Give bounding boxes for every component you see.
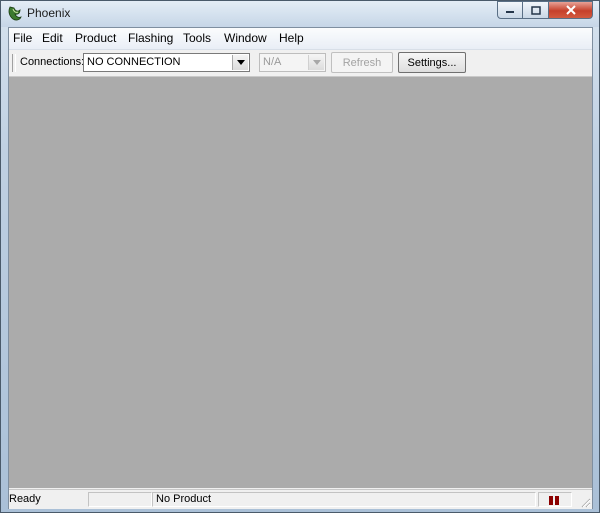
connections-label: Connections:: [20, 56, 85, 68]
menu-flashing[interactable]: Flashing: [128, 31, 173, 45]
secondary-select-value: N/A: [263, 56, 282, 68]
menu-file[interactable]: File: [13, 31, 32, 45]
main-window: Phoenix File Edit Product Flashing Tools…: [0, 0, 600, 513]
status-bar: Ready No Product: [9, 489, 592, 509]
title-bar[interactable]: Phoenix: [1, 1, 599, 27]
toolbar-grip[interactable]: [12, 54, 16, 72]
connection-select[interactable]: NO CONNECTION: [83, 53, 250, 72]
chevron-down-icon[interactable]: [232, 55, 248, 70]
connection-status-indicator: [549, 496, 559, 505]
maximize-icon: [530, 5, 541, 15]
window-title: Phoenix: [27, 6, 71, 20]
secondary-select[interactable]: N/A: [259, 53, 326, 72]
close-icon: [565, 5, 576, 15]
maximize-button[interactable]: [523, 1, 549, 19]
resize-grip-icon[interactable]: [579, 496, 591, 508]
menu-help[interactable]: Help: [279, 31, 304, 45]
menu-product[interactable]: Product: [75, 31, 116, 45]
refresh-button[interactable]: Refresh: [331, 52, 393, 73]
minimize-icon: [506, 11, 514, 13]
connection-toolbar: Connections: NO CONNECTION N/A Refresh S…: [9, 50, 592, 77]
status-pane-product: No Product: [152, 492, 536, 507]
phoenix-app-icon[interactable]: [7, 5, 23, 22]
menu-edit[interactable]: Edit: [42, 31, 63, 45]
minimize-button[interactable]: [497, 1, 523, 19]
settings-button[interactable]: Settings...: [398, 52, 466, 73]
menu-window[interactable]: Window: [224, 31, 267, 45]
close-button[interactable]: [549, 1, 593, 19]
status-product-text: No Product: [156, 493, 212, 505]
caption-buttons: [497, 1, 593, 21]
status-pane-empty: [88, 492, 152, 507]
menu-tools[interactable]: Tools: [183, 31, 211, 45]
chevron-down-icon[interactable]: [308, 55, 324, 70]
connection-select-value: NO CONNECTION: [87, 56, 181, 68]
menu-bar: File Edit Product Flashing Tools Window …: [9, 28, 592, 50]
client-area: File Edit Product Flashing Tools Window …: [8, 27, 593, 509]
mdi-workspace: [9, 77, 592, 488]
status-ready-text: Ready: [9, 493, 41, 505]
